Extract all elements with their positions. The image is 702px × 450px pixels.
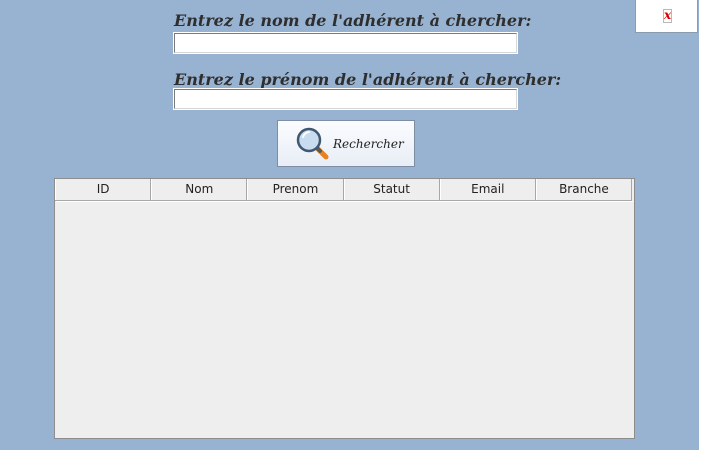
table-body[interactable] [56,201,633,437]
search-button-label: Rechercher [333,136,404,151]
first-name-input[interactable] [173,88,518,110]
search-button[interactable]: Rechercher [277,120,415,167]
last-name-input[interactable] [173,32,518,54]
last-name-label: Entrez le nom de l'adhérent à chercher: [174,11,532,30]
close-button[interactable]: x [635,0,698,33]
column-header-id[interactable]: ID [55,179,152,200]
column-header-nom[interactable]: Nom [151,179,248,200]
table-header: ID Nom Prenom Statut Email Branche [55,179,633,201]
column-header-email[interactable]: Email [439,179,536,200]
close-icon: x [663,8,672,23]
column-header-statut[interactable]: Statut [343,179,440,200]
results-table[interactable]: ID Nom Prenom Statut Email Branche [54,178,635,439]
first-name-label: Entrez le prénom de l'adhérent à cherche… [174,70,562,89]
column-header-branche[interactable]: Branche [535,179,633,200]
column-header-prenom[interactable]: Prenom [247,179,344,200]
magnifier-icon [296,127,329,159]
